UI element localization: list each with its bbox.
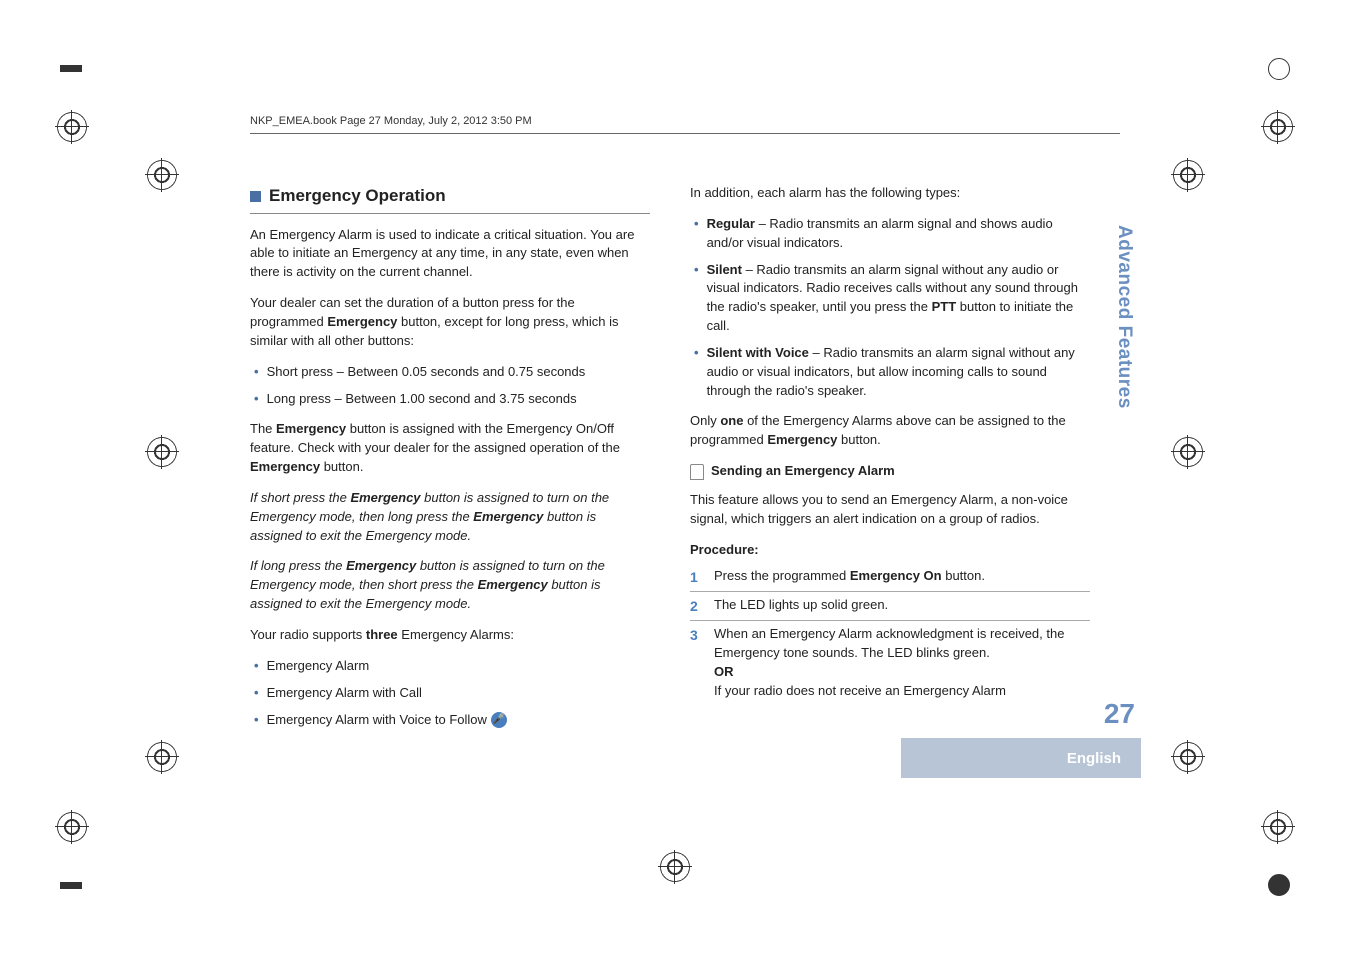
paragraph: Your dealer can set the duration of a bu… (250, 294, 650, 351)
paragraph-italic: If short press the Emergency button is a… (250, 489, 650, 546)
paragraph: An Emergency Alarm is used to indicate a… (250, 226, 650, 283)
list-item: •Silent – Radio transmits an alarm signa… (690, 261, 1090, 336)
bullet-icon: • (254, 711, 259, 730)
registration-mark-icon (1171, 158, 1205, 192)
paragraph: Your radio supports three Emergency Alar… (250, 626, 650, 645)
page-icon (690, 464, 704, 480)
list-item: •Emergency Alarm with Voice to Follow🎤 (250, 711, 650, 730)
procedure-label: Procedure: (690, 541, 1090, 560)
step-number: 2 (690, 596, 704, 616)
bullet-list: •Short press – Between 0.05 seconds and … (250, 363, 650, 409)
print-dot-icon (1268, 58, 1290, 80)
bullet-icon: • (254, 657, 259, 676)
registration-mark-icon (55, 810, 89, 844)
list-item: •Short press – Between 0.05 seconds and … (250, 363, 650, 382)
paragraph: This feature allows you to send an Emerg… (690, 491, 1090, 529)
print-dot-icon (1268, 874, 1290, 896)
procedure-step: 3 When an Emergency Alarm acknowledgment… (690, 625, 1090, 704)
heading-text: Emergency Operation (269, 184, 446, 209)
procedure-step: 2 The LED lights up solid green. (690, 596, 1090, 621)
paragraph: In addition, each alarm has the followin… (690, 184, 1090, 203)
heading-underline (250, 213, 650, 214)
step-number: 1 (690, 567, 704, 587)
list-item: •Emergency Alarm with Call (250, 684, 650, 703)
left-column: Emergency Operation An Emergency Alarm i… (250, 184, 650, 741)
voice-follow-icon: 🎤 (491, 712, 507, 728)
bullet-icon: • (254, 363, 259, 382)
bullet-icon: • (254, 684, 259, 703)
registration-mark-icon (145, 435, 179, 469)
registration-mark-icon (145, 158, 179, 192)
section-heading: Emergency Operation (250, 184, 650, 209)
subsection-heading: Sending an Emergency Alarm (690, 462, 1090, 481)
language-band: English (901, 738, 1141, 778)
side-tab-label: Advanced Features (1113, 225, 1135, 409)
bullet-list: •Regular – Radio transmits an alarm sign… (690, 215, 1090, 401)
right-column: In addition, each alarm has the followin… (690, 184, 1090, 741)
registration-mark-icon (1261, 110, 1295, 144)
bullet-icon: • (694, 261, 699, 336)
step-number: 3 (690, 625, 704, 700)
list-item: •Silent with Voice – Radio transmits an … (690, 344, 1090, 401)
print-header: NKP_EMEA.book Page 27 Monday, July 2, 20… (250, 115, 1120, 134)
print-bar-icon (60, 882, 82, 889)
page-content: NKP_EMEA.book Page 27 Monday, July 2, 20… (250, 115, 1120, 741)
registration-mark-icon (55, 110, 89, 144)
registration-mark-icon (1171, 740, 1205, 774)
procedure-step: 1 Press the programmed Emergency On butt… (690, 567, 1090, 592)
registration-mark-icon (658, 850, 692, 884)
registration-mark-icon (1171, 435, 1205, 469)
paragraph: The Emergency button is assigned with th… (250, 420, 650, 477)
list-item: •Long press – Between 1.00 second and 3.… (250, 390, 650, 409)
page-number: 27 (1104, 698, 1135, 730)
bullet-list: •Emergency Alarm •Emergency Alarm with C… (250, 657, 650, 730)
heading-bullet-icon (250, 191, 261, 202)
list-item: •Emergency Alarm (250, 657, 650, 676)
paragraph-italic: If long press the Emergency button is as… (250, 557, 650, 614)
bullet-icon: • (694, 344, 699, 401)
registration-mark-icon (1261, 810, 1295, 844)
bullet-icon: • (694, 215, 699, 253)
bullet-icon: • (254, 390, 259, 409)
print-bar-icon (60, 65, 82, 72)
registration-mark-icon (145, 740, 179, 774)
list-item: •Regular – Radio transmits an alarm sign… (690, 215, 1090, 253)
paragraph: Only one of the Emergency Alarms above c… (690, 412, 1090, 450)
